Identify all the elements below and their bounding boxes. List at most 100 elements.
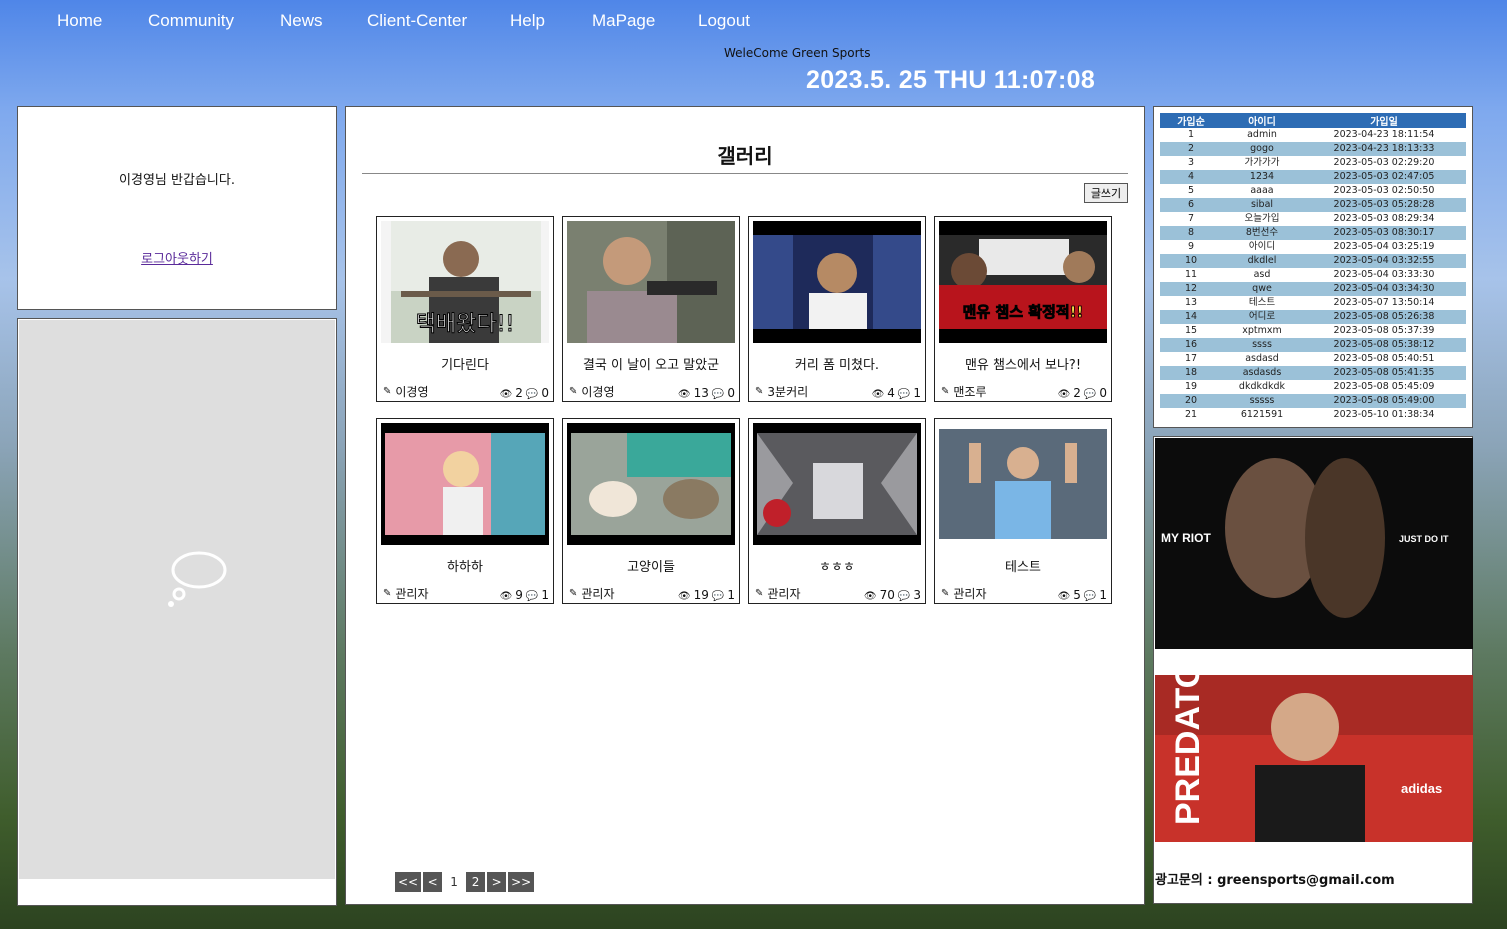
comment-count: 1 [1099,588,1107,602]
pencil-icon: ✎ [941,588,950,599]
pager-last-button[interactable]: >> [508,872,535,892]
ad-panel: MY RIOT JUST DO IT PREDATOR adidas 광고문의 … [1153,436,1473,904]
nav-logout[interactable]: Logout [698,11,750,31]
card-footer: ✎ 관리자 👁 9 💬 1 [383,585,549,602]
gallery-card[interactable]: 택배왔다!! 기다린다 ✎ 이경영 👁 2 💬 0 [376,216,554,402]
card-title[interactable]: 기다린다 [377,354,553,373]
title-divider [362,173,1128,174]
member-order: 4 [1160,170,1222,184]
view-count: 5 [1073,588,1081,602]
gallery-card[interactable]: 맨유 챔스 확정적!! 맨유 챔스에서 보나?! ✎ 맨조루 👁 2 💬 0 [934,216,1112,402]
member-order: 2 [1160,142,1222,156]
thumbnail-image[interactable] [753,221,921,343]
table-row: 7 오늘가입 2023-05-03 08:29:34 [1160,212,1466,226]
member-join-date: 2023-05-10 01:38:34 [1333,409,1435,420]
member-id: 어디로 [1222,310,1302,324]
pager-page-1[interactable]: 1 [444,872,464,892]
member-order: 6 [1160,198,1222,212]
member-id: 아이디 [1248,241,1276,252]
eye-icon: 👁 [677,389,691,400]
card-title[interactable]: 고양이들 [563,556,739,575]
nav-home[interactable]: Home [57,11,102,31]
member-join-date: 2023-05-03 02:47:05 [1302,170,1466,184]
eye-icon: 👁 [863,591,877,602]
comment-count: 0 [541,386,549,400]
member-join-date: 2023-05-08 05:41:35 [1302,366,1466,380]
nav-news[interactable]: News [280,11,323,31]
card-title[interactable]: 커리 폼 미쳤다. [749,354,925,373]
svg-text:택배왔다!!: 택배왔다!! [416,312,515,337]
member-id: 1234 [1222,170,1302,184]
thumbnail-image[interactable] [567,423,735,545]
card-title[interactable]: 테스트 [935,556,1111,575]
gallery-card[interactable]: 하하하 ✎ 관리자 👁 9 💬 1 [376,418,554,604]
gallery-card[interactable]: 고양이들 ✎ 관리자 👁 19 💬 1 [562,418,740,604]
pager-next-button[interactable]: > [487,872,507,892]
pager-first-button[interactable]: << [395,872,422,892]
card-title[interactable]: ㅎㅎㅎ [749,556,925,575]
nike-ad-banner[interactable]: MY RIOT JUST DO IT [1155,438,1473,649]
member-id: qwe [1222,282,1302,296]
thumbnail-image[interactable] [381,423,549,545]
nav-help[interactable]: Help [510,11,545,31]
card-footer: ✎ 이경영 👁 13 💬 0 [569,383,735,400]
member-join-date: 2023-05-03 05:28:28 [1302,198,1466,212]
member-join-date: 2023-04-23 18:11:54 [1333,129,1435,140]
member-join-date: 2023-05-08 05:38:12 [1302,338,1466,352]
svg-text:adidas: adidas [1401,781,1442,796]
member-join-date: 2023-05-04 03:32:55 [1302,254,1466,268]
table-row: 8 8번선수 2023-05-03 08:30:17 [1160,226,1466,240]
table-row: 14 어디로 2023-05-08 05:26:38 [1160,310,1466,324]
writer-name: 맨조루 [953,385,987,399]
gallery-card[interactable]: 커리 폼 미쳤다. ✎ 3분커리 👁 4 💬 1 [748,216,926,402]
svg-text:JUST DO IT: JUST DO IT [1399,534,1449,544]
writer-name: 관리자 [395,587,429,601]
card-title[interactable]: 하하하 [377,556,553,575]
member-id: ssss [1222,338,1302,352]
comment-count: 1 [541,588,549,602]
thumbnail-image[interactable] [753,423,921,545]
member-join-date: 2023-05-03 08:29:34 [1333,213,1435,224]
thumbnail-image[interactable] [567,221,735,343]
pager-prev-button[interactable]: < [423,872,443,892]
gallery-card[interactable]: 테스트 ✎ 관리자 👁 5 💬 1 [934,418,1112,604]
pencil-icon: ✎ [755,386,764,397]
member-join-date: 2023-04-23 18:13:33 [1302,142,1466,156]
member-order: 12 [1160,282,1222,296]
thumbnail-image[interactable]: 맨유 챔스 확정적!! [939,221,1107,343]
thumbnail-image[interactable]: 택배왔다!! [381,221,549,343]
member-join-date: 2023-05-08 05:45:09 [1333,381,1435,392]
eye-icon: 👁 [1057,389,1071,400]
table-row: 3 가가가가 2023-05-03 02:29:20 [1160,156,1466,170]
member-id: 테스트 [1248,297,1276,308]
ad-contact-text: 광고문의 : greensports@gmail.com [1155,873,1395,888]
gallery-card[interactable]: 결국 이 날이 오고 말았군 ✎ 이경영 👁 13 💬 0 [562,216,740,402]
card-title[interactable]: 맨유 챔스에서 보나?! [935,354,1111,373]
pencil-icon: ✎ [383,386,392,397]
writer-name: 관리자 [581,587,615,601]
member-id: sssss [1222,394,1302,408]
gallery-card[interactable]: ㅎㅎㅎ ✎ 관리자 👁 70 💬 3 [748,418,926,604]
pencil-icon: ✎ [755,588,764,599]
column-header: 아이디 [1222,113,1302,128]
pager-page-2[interactable]: 2 [466,872,486,892]
member-order: 15 [1184,325,1198,336]
adidas-ad-banner[interactable]: PREDATOR adidas [1155,675,1473,842]
thumbnail-image[interactable] [939,423,1107,545]
table-row: 19 dkdkdkdk 2023-05-08 05:45:09 [1160,380,1466,394]
member-list-panel[interactable]: 가입순 아이디 가입일 1 admin 2023-04-23 18:11:54 2 go… [1153,106,1473,428]
column-header: 가입순 [1160,113,1222,128]
comment-icon: 💬 [711,389,725,400]
write-button[interactable]: 글쓰기 [1084,183,1128,203]
comment-icon: 💬 [1083,591,1097,602]
nav-community[interactable]: Community [148,11,234,31]
table-row: 17 asdasd 2023-05-08 05:40:51 [1160,352,1466,366]
member-id: dkdkdkdk [1238,381,1286,392]
table-row: 16 ssss 2023-05-08 05:38:12 [1160,338,1466,352]
writer-name: 관리자 [953,587,987,601]
logout-link[interactable]: 로그아웃하기 [18,248,336,267]
nav-client-center[interactable]: Client-Center [367,11,467,31]
nav-mypage[interactable]: MaPage [592,11,655,31]
card-title[interactable]: 결국 이 날이 오고 말았군 [563,354,739,373]
member-id: sibal [1222,198,1302,212]
